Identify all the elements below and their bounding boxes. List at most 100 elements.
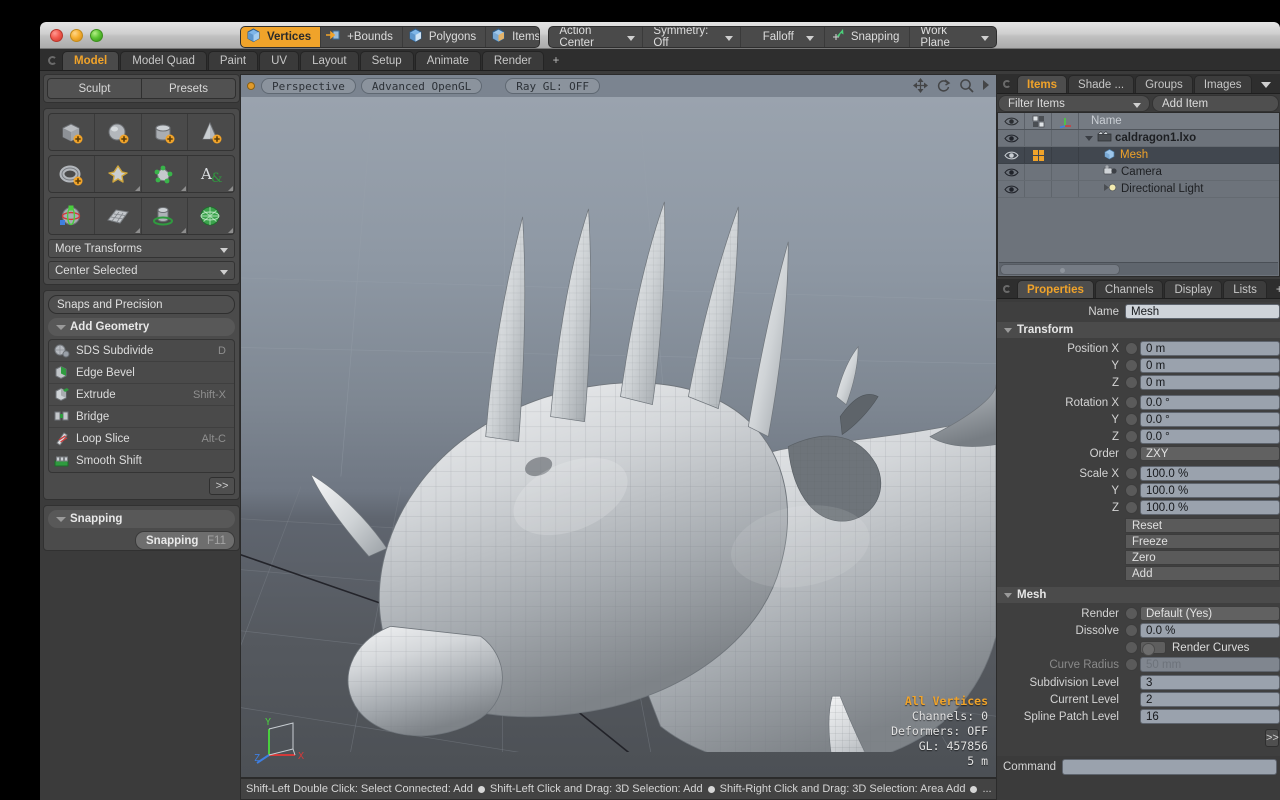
cube-add-icon[interactable]: [49, 114, 96, 150]
tool-loop-slice[interactable]: Loop Slice Alt-C: [49, 428, 234, 450]
command-input[interactable]: [1062, 759, 1277, 775]
viewport-canvas[interactable]: Y X Z All Vertices Channels: 0 Deformers…: [241, 97, 996, 777]
sculpt-button[interactable]: Sculpt: [47, 78, 142, 99]
play-arrow-icon[interactable]: [982, 78, 990, 93]
zero-button[interactable]: Zero: [1125, 550, 1280, 565]
3d-viewport[interactable]: Perspective Advanced OpenGL Ray GL: OFF: [240, 74, 997, 778]
rotate-cylinder-icon[interactable]: [142, 198, 188, 234]
tool-sds-subdivide[interactable]: SDS Subdivide D: [49, 340, 234, 362]
panel-menu-icon[interactable]: [1003, 80, 1011, 88]
tab-add[interactable]: +: [545, 51, 568, 70]
viewport-shading-button[interactable]: Advanced OpenGL: [360, 78, 483, 94]
panel-menu-icon[interactable]: [48, 56, 57, 65]
position-x-field[interactable]: 0 m: [1140, 341, 1280, 356]
tree-item-scene[interactable]: caldragon1.lxo: [1079, 131, 1279, 145]
mesh-expand-button[interactable]: >>: [1265, 729, 1279, 747]
rotation-y-field[interactable]: 0.0 °: [1140, 412, 1280, 427]
mesh-plane-icon[interactable]: [95, 198, 142, 234]
panel-menu-icon[interactable]: [1003, 285, 1011, 293]
center-selected-dropdown[interactable]: Center Selected: [48, 261, 235, 280]
cone-add-icon[interactable]: [188, 114, 234, 150]
table-row[interactable]: caldragon1.lxo: [998, 130, 1279, 147]
scale-y-field[interactable]: 100.0 %: [1140, 483, 1280, 498]
channel-knob-icon[interactable]: [1125, 342, 1138, 355]
visibility-toggle[interactable]: [998, 181, 1025, 197]
viewport-projection-button[interactable]: Perspective: [261, 78, 356, 94]
shading-cell[interactable]: [1025, 181, 1052, 197]
tab-layout[interactable]: Layout: [300, 51, 359, 70]
channel-knob-icon[interactable]: [1125, 624, 1138, 637]
channel-knob-icon[interactable]: [1125, 484, 1138, 497]
add-button[interactable]: Add: [1125, 566, 1280, 581]
scale-z-field[interactable]: 100.0 %: [1140, 500, 1280, 515]
rotation-z-field[interactable]: 0.0 °: [1140, 429, 1280, 444]
position-z-field[interactable]: 0 m: [1140, 375, 1280, 390]
viewport-menu-icon[interactable]: [247, 82, 255, 90]
transform-cell[interactable]: [1052, 147, 1079, 163]
channel-knob-icon[interactable]: [1125, 396, 1138, 409]
transform-cell[interactable]: [1052, 164, 1079, 180]
current-level-field[interactable]: 2: [1140, 692, 1280, 707]
cylinder-add-icon[interactable]: [142, 114, 188, 150]
tree-item-directional-light[interactable]: Directional Light: [1079, 182, 1279, 196]
pen-polygon-icon[interactable]: [142, 156, 188, 192]
viewport-raygl-button[interactable]: Ray GL: OFF: [505, 78, 601, 94]
torus-add-icon[interactable]: [49, 156, 96, 192]
tab-animate[interactable]: Animate: [414, 51, 481, 70]
filter-items-dropdown[interactable]: Filter Items: [998, 95, 1150, 112]
tab-groups[interactable]: Groups: [1135, 75, 1193, 93]
table-row[interactable]: Directional Light: [998, 181, 1279, 198]
falloff-dropdown[interactable]: Falloff: [739, 27, 824, 47]
tool-bridge[interactable]: Bridge: [49, 406, 234, 428]
mode-bounds[interactable]: +Bounds: [320, 27, 402, 47]
text-tool-icon[interactable]: A &: [188, 156, 234, 192]
snapping-header[interactable]: Snapping: [48, 510, 235, 528]
scale-x-field[interactable]: 100.0 %: [1140, 466, 1280, 481]
mode-vertices[interactable]: Vertices: [241, 27, 321, 47]
subdivision-level-field[interactable]: 3: [1140, 675, 1280, 690]
channel-knob-icon[interactable]: [1125, 467, 1138, 480]
transform-cell[interactable]: [1052, 181, 1079, 197]
dissolve-field[interactable]: 0.0 %: [1140, 623, 1280, 638]
channel-knob-icon[interactable]: [1125, 447, 1138, 460]
status-overflow[interactable]: ...: [982, 783, 991, 795]
tool-smooth-shift[interactable]: Smooth Shift: [49, 450, 234, 472]
tab-add-properties[interactable]: +: [1268, 280, 1280, 298]
channel-knob-icon[interactable]: [1125, 641, 1138, 654]
sphere-add-icon[interactable]: [95, 114, 142, 150]
shading-cell[interactable]: [1025, 147, 1052, 163]
tab-model-quad[interactable]: Model Quad: [120, 51, 207, 70]
tab-lists[interactable]: Lists: [1223, 280, 1267, 298]
rotate-icon[interactable]: [936, 78, 951, 93]
snapping-toggle-button[interactable]: Snapping F11: [135, 531, 235, 550]
position-y-field[interactable]: 0 m: [1140, 358, 1280, 373]
symmetry-dropdown[interactable]: Symmetry: Off: [642, 27, 739, 47]
visibility-toggle[interactable]: [998, 164, 1025, 180]
channel-knob-icon[interactable]: [1125, 607, 1138, 620]
expand-tools-button[interactable]: >>: [209, 477, 235, 495]
channel-knob-icon[interactable]: [1125, 501, 1138, 514]
transform-cell[interactable]: [1052, 130, 1079, 146]
presets-button[interactable]: Presets: [142, 78, 236, 99]
transform-section-header[interactable]: Transform: [997, 322, 1280, 338]
tab-model[interactable]: Model: [62, 51, 120, 70]
mode-polygons[interactable]: Polygons: [401, 27, 485, 47]
tab-images[interactable]: Images: [1193, 75, 1252, 93]
add-geometry-header[interactable]: Add Geometry: [48, 318, 235, 336]
channel-knob-icon[interactable]: [1125, 359, 1138, 372]
shading-cell[interactable]: [1025, 164, 1052, 180]
shading-cell[interactable]: [1025, 130, 1052, 146]
snapping-toolbar-button[interactable]: Snapping: [823, 27, 910, 47]
work-plane-dropdown[interactable]: Work Plane: [909, 27, 996, 47]
rotation-x-field[interactable]: 0.0 °: [1140, 395, 1280, 410]
tree-item-mesh[interactable]: Mesh: [1079, 148, 1279, 163]
table-row[interactable]: Mesh: [998, 147, 1279, 164]
reset-button[interactable]: Reset: [1125, 518, 1280, 533]
tab-paint[interactable]: Paint: [207, 51, 259, 70]
scrollbar-thumb[interactable]: [1000, 264, 1120, 275]
freeze-button[interactable]: Freeze: [1125, 534, 1280, 549]
tree-item-camera[interactable]: Camera: [1079, 165, 1279, 179]
render-field[interactable]: Default (Yes): [1140, 606, 1280, 621]
pan-icon[interactable]: [913, 78, 928, 93]
snaps-and-precision-button[interactable]: Snaps and Precision: [48, 295, 235, 314]
